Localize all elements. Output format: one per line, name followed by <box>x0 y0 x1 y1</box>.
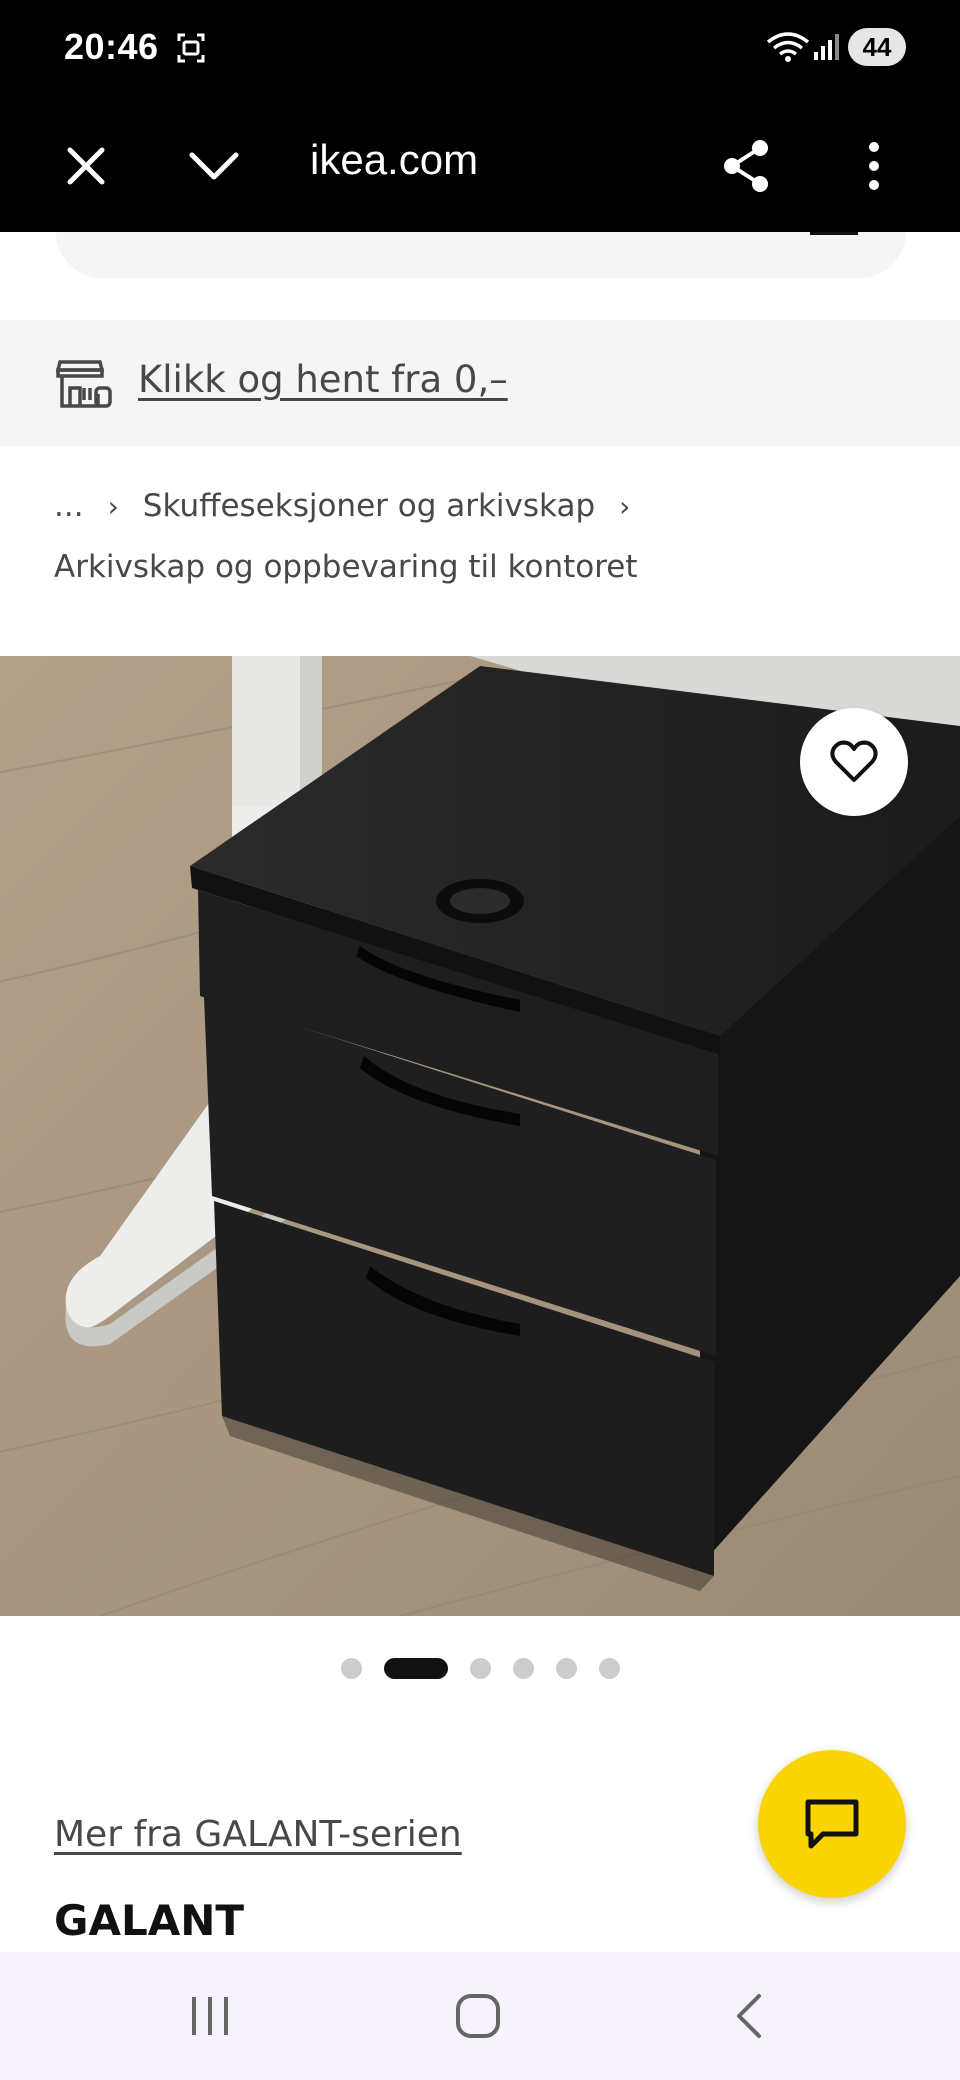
breadcrumb-item-filing-cabinets[interactable]: Arkivskap og oppbevaring til kontoret <box>54 549 638 585</box>
wifi-icon <box>766 32 810 62</box>
favourite-button[interactable] <box>800 708 908 816</box>
store-icon <box>55 360 112 408</box>
recents-icon <box>192 1997 228 2035</box>
carousel-dot[interactable] <box>512 1657 534 1679</box>
pickup-banner: Klikk og hent fra 0,– <box>0 320 960 446</box>
back-icon <box>737 1994 761 2038</box>
breadcrumb-ellipsis[interactable]: ... <box>54 488 84 524</box>
close-button[interactable] <box>38 100 134 232</box>
chat-icon <box>805 1799 859 1849</box>
minimize-button[interactable] <box>166 100 262 232</box>
carousel-dot[interactable] <box>340 1657 362 1679</box>
more-vertical-icon <box>869 142 879 190</box>
share-icon <box>724 140 768 192</box>
carousel-dot[interactable] <box>555 1657 577 1679</box>
chevron-down-icon <box>189 152 239 180</box>
home-button[interactable] <box>418 1952 538 2080</box>
product-title: GALANT <box>54 1896 245 1945</box>
back-button[interactable] <box>688 1952 808 2080</box>
breadcrumb-item-drawer-units[interactable]: Skuffeseksjoner og arkivskap <box>143 488 595 524</box>
carousel-dot-active[interactable] <box>383 1657 448 1679</box>
series-link[interactable]: Mer fra GALANT-serien <box>54 1814 462 1855</box>
status-bar: 20:46 44 <box>0 0 960 100</box>
home-icon <box>456 1994 500 2038</box>
recents-button[interactable] <box>150 1952 270 2080</box>
click-and-collect-link[interactable]: Klikk og hent fra 0,– <box>138 358 508 401</box>
browser-toolbar: ikea.com <box>0 100 960 232</box>
breadcrumb-separator: › <box>619 489 631 523</box>
chat-button[interactable] <box>758 1750 906 1898</box>
system-nav-bar <box>0 1952 960 2080</box>
carousel-dot[interactable] <box>598 1657 620 1679</box>
breadcrumb-separator: › <box>107 489 119 523</box>
breadcrumb: ... › Skuffeseksjoner og arkivskap › Ark… <box>54 478 914 592</box>
signal-icon <box>814 34 839 60</box>
url-text[interactable]: ikea.com <box>310 136 478 184</box>
battery-icon: 44 <box>848 28 906 66</box>
status-time: 20:46 <box>64 26 159 67</box>
close-icon <box>67 147 105 185</box>
search-field[interactable] <box>56 232 906 278</box>
screen-record-icon <box>177 33 205 63</box>
carousel-dot[interactable] <box>469 1657 491 1679</box>
heart-icon <box>830 740 878 782</box>
share-button[interactable] <box>698 100 794 232</box>
search-field-edge <box>810 232 858 235</box>
more-options-button[interactable] <box>826 100 922 232</box>
image-carousel-indicator <box>0 1652 960 1684</box>
